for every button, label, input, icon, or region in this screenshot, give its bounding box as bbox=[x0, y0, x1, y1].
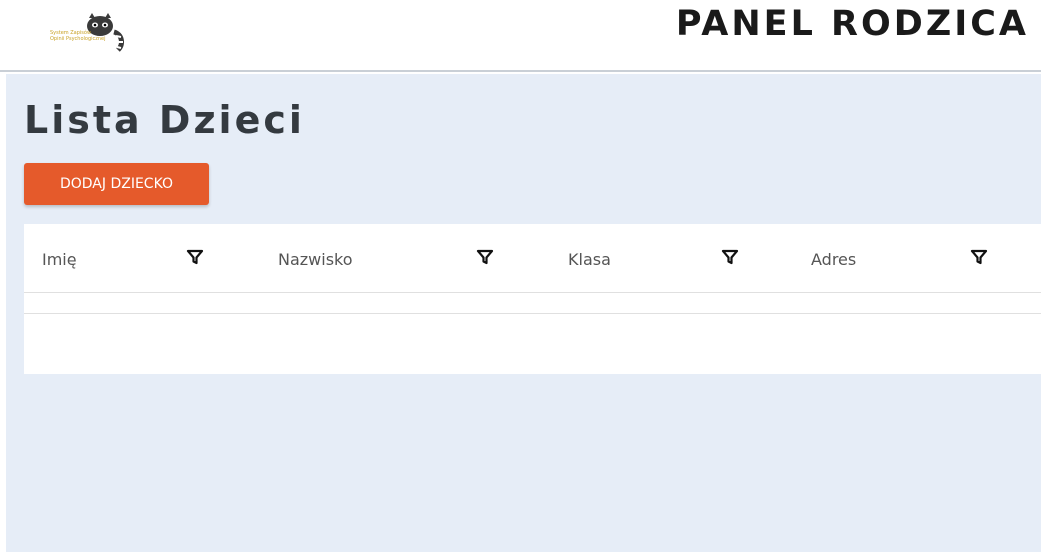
filter-icon[interactable] bbox=[970, 248, 988, 266]
top-bar: System Zapisów Opinii Psychologicznej PA… bbox=[0, 0, 1041, 72]
column-label: Nazwisko bbox=[278, 250, 353, 269]
table-header: Imię Nazwisko Klasa Adres bbox=[24, 224, 1041, 293]
column-header-adres: Adres bbox=[794, 224, 1041, 293]
filter-icon[interactable] bbox=[476, 248, 494, 266]
table-divider-row bbox=[24, 293, 1041, 314]
column-header-imie: Imię bbox=[24, 224, 259, 293]
column-header-nazwisko: Nazwisko bbox=[259, 224, 549, 293]
main-content: Lista Dzieci DODAJ DZIECKO Imię Nazwisko… bbox=[6, 74, 1041, 552]
column-label: Adres bbox=[811, 250, 857, 269]
column-label: Klasa bbox=[568, 250, 611, 269]
page-title: Lista Dzieci bbox=[24, 98, 305, 142]
column-label: Imię bbox=[42, 250, 77, 269]
add-child-button[interactable]: DODAJ DZIECKO bbox=[24, 163, 209, 205]
logo-text: System Zapisów Opinii Psychologicznej bbox=[50, 30, 120, 42]
app-logo[interactable]: System Zapisów Opinii Psychologicznej bbox=[50, 10, 132, 60]
panel-title: PANEL RODZICA bbox=[675, 4, 1029, 44]
logo-text-line2: Opinii Psychologicznej bbox=[50, 36, 106, 42]
filter-icon[interactable] bbox=[721, 248, 739, 266]
filter-icon[interactable] bbox=[186, 248, 204, 266]
children-table: Imię Nazwisko Klasa Adres bbox=[24, 224, 1041, 374]
column-header-klasa: Klasa bbox=[549, 224, 794, 293]
